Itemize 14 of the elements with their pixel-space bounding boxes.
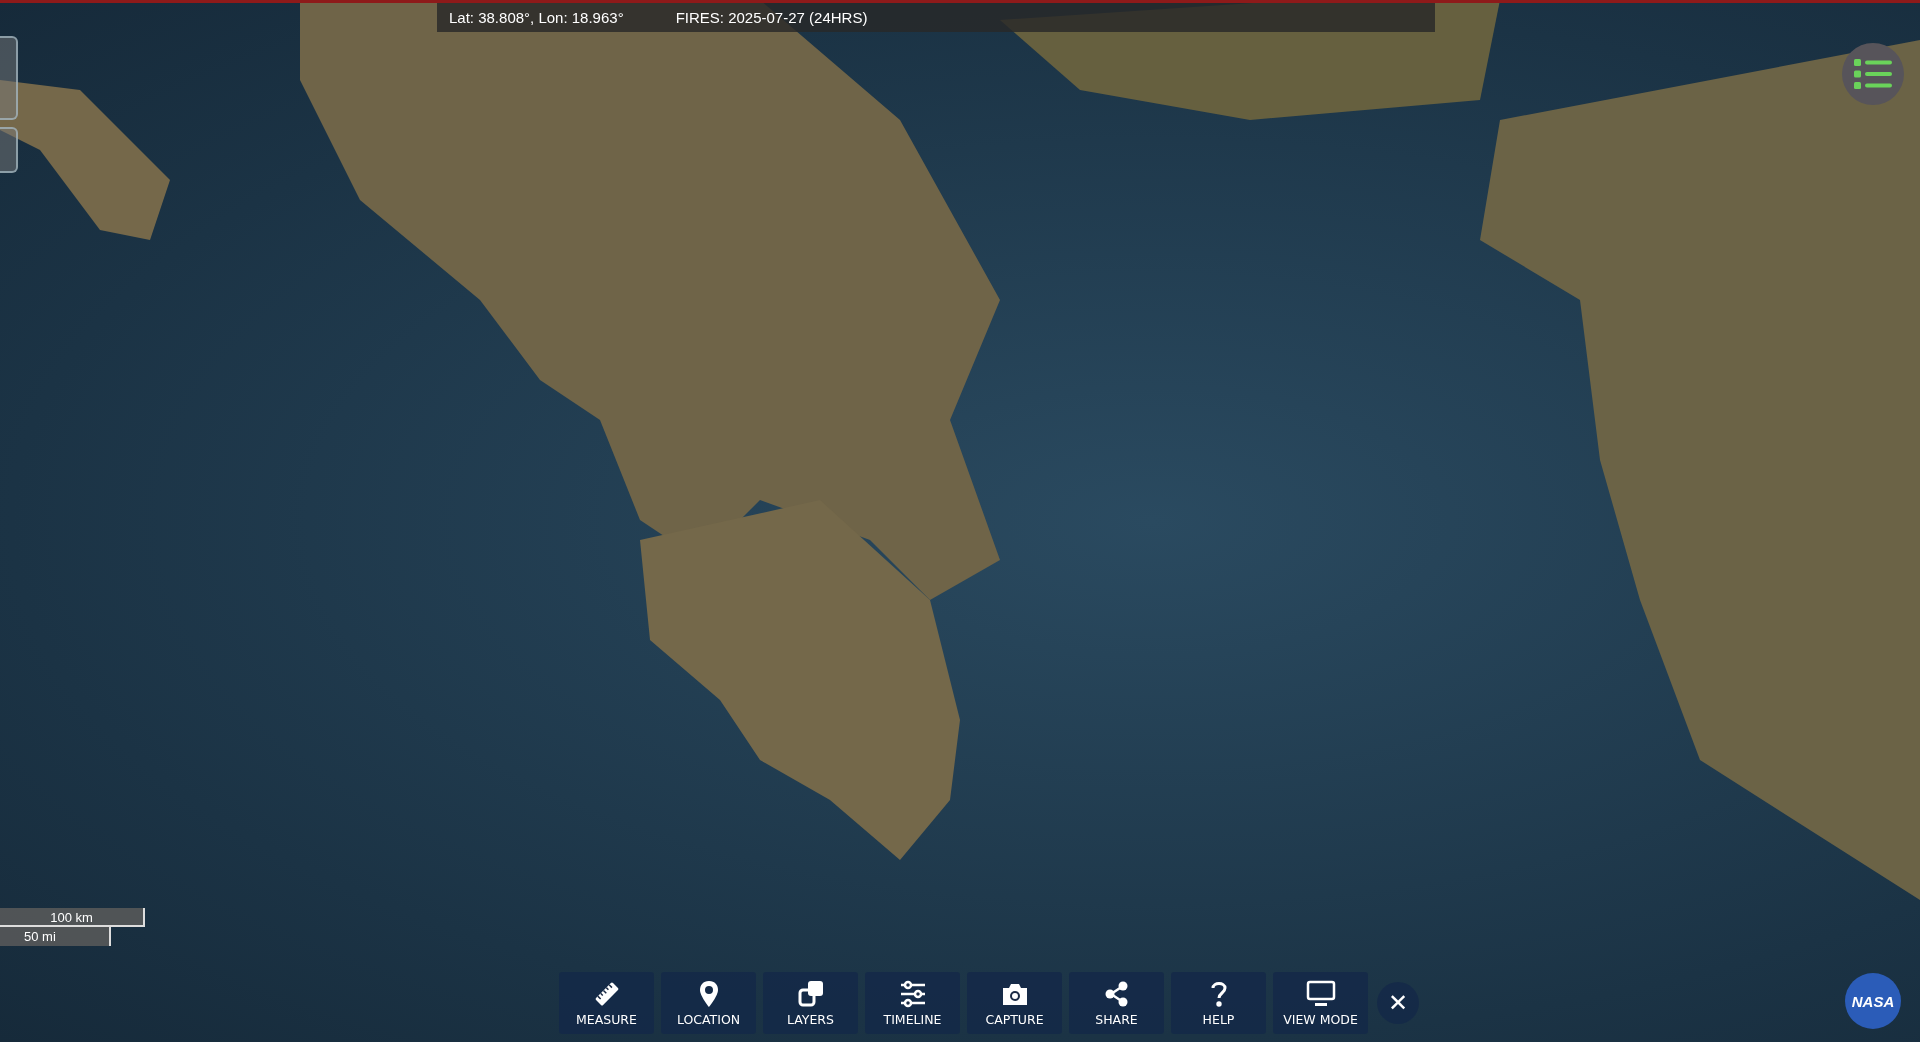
coordinates-text: Lat: 38.808°, Lon: 18.963°	[449, 9, 624, 26]
toolbar-button[interactable]: MEASURE	[559, 972, 654, 1034]
list-icon	[1854, 59, 1892, 89]
toolbar-button[interactable]: LAYERS	[763, 972, 858, 1034]
monitor-icon	[1305, 979, 1336, 1008]
scale-bar-imperial: 50 mi	[0, 927, 111, 946]
scale-bar-metric: 100 km	[0, 908, 145, 927]
toolbar-button[interactable]: TIMELINE	[865, 972, 960, 1034]
layer-info-text: FIRES: 2025-07-27 (24HRS)	[675, 9, 868, 26]
toolbar-button[interactable]: VIEW MODE	[1273, 972, 1368, 1034]
toolbar-button[interactable]: HELP	[1171, 972, 1266, 1034]
toolbar-button[interactable]: SHARE	[1069, 972, 1164, 1034]
toolbar-button[interactable]: CAPTURE	[967, 972, 1062, 1034]
toolbar-button[interactable]: LOCATION	[661, 972, 756, 1034]
